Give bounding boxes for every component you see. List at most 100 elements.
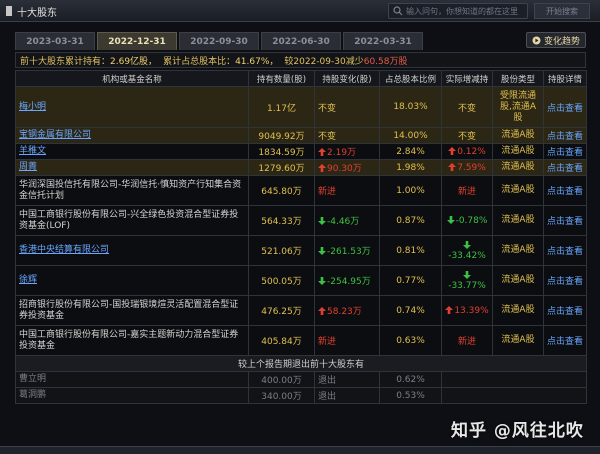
col-header-change: 持股变化(股) <box>314 70 380 87</box>
actual-change-cell: 13.39% <box>441 295 493 326</box>
search-box[interactable] <box>388 3 528 19</box>
start-search-button[interactable]: 开始搜索 <box>534 3 590 19</box>
view-detail-link[interactable]: 点击查看 <box>547 247 583 257</box>
share-type-value: 流通A股 <box>501 305 535 315</box>
share-type-cell: 流通A股 <box>492 175 544 206</box>
shareholder-link[interactable]: 梅小明 <box>19 102 46 112</box>
table-row: 华润深国投信托有限公司-华润信托·慎知资产行知集合资金信托计划 645.80万 新进… <box>15 175 587 206</box>
exit-row: 曹立明 400.00万 退出 0.62% <box>15 371 587 388</box>
shares-value: 476.25万 <box>261 307 302 317</box>
trend-button[interactable]: 变化趋势 <box>526 32 586 48</box>
tab-2022-06-30[interactable]: 2022-06-30 <box>261 32 341 50</box>
share-type-value: 流通A股 <box>501 130 535 140</box>
shares-value: 645.80万 <box>261 187 302 197</box>
table-row: 中国工商银行股份有限公司-兴全绿色投资混合型证券投资基金(LOF) 564.33万… <box>15 205 587 236</box>
change-cell: 新进 <box>314 325 380 356</box>
exit-ratio-cell: 0.53% <box>379 387 442 404</box>
view-detail-link[interactable]: 点击查看 <box>547 187 583 197</box>
arrow-up-icon <box>318 148 326 156</box>
tab-2022-03-31[interactable]: 2022-03-31 <box>343 32 423 50</box>
tab-2022-12-31[interactable]: 2022-12-31 <box>97 32 177 50</box>
ratio-value: 1.98% <box>396 162 425 173</box>
detail-cell: 点击查看 <box>543 86 587 128</box>
actual-change-value: 不变 <box>457 132 476 142</box>
shareholder-name-cell: 徐辉 <box>15 265 249 296</box>
shares-cell: 1.17亿 <box>248 86 315 128</box>
actual-change-value: 不变 <box>457 103 476 114</box>
exit-header-row: 较上个报告期退出前十大股东有 <box>15 355 587 372</box>
shareholder-link[interactable]: 香港中央结算有限公司 <box>19 245 109 255</box>
shareholder-name-cell: 羊稚文 <box>15 143 249 160</box>
summary-label-ratio: 累计占总股本比： <box>163 56 236 67</box>
tab-2022-09-30[interactable]: 2022-09-30 <box>179 32 259 50</box>
change-value: 2.19万 <box>327 148 357 158</box>
watermark: 知乎 @风往北吹 <box>451 421 584 441</box>
actual-change-value: -33.77% <box>448 280 486 291</box>
search-icon <box>393 6 403 16</box>
detail-cell: 点击查看 <box>543 295 587 326</box>
shares-value: 1834.59万 <box>258 148 305 158</box>
view-detail-link[interactable]: 点击查看 <box>547 164 583 174</box>
share-type-cell: 流通A股 <box>492 325 544 356</box>
shares-value: 405.84万 <box>261 337 302 347</box>
shareholder-name-cell: 梅小明 <box>15 86 249 128</box>
exit-shares-cell: 340.00万 <box>248 387 315 404</box>
shares-cell: 645.80万 <box>248 175 315 206</box>
ratio-value: 0.87% <box>396 215 425 226</box>
shareholder-name-cell: 香港中央结算有限公司 <box>15 235 249 266</box>
shareholder-link[interactable]: 宝钢金属有限公司 <box>19 130 91 140</box>
view-detail-link[interactable]: 点击查看 <box>547 307 583 317</box>
change-cell: -4.46万 <box>314 205 380 236</box>
share-type-cell: 流通A股 <box>492 143 544 160</box>
shareholder-name: 中国工商银行股份有限公司-兴全绿色投资混合型证券投资基金(LOF) <box>19 209 239 231</box>
ratio-cell: 0.77% <box>379 265 442 296</box>
change-value: 不变 <box>318 103 337 114</box>
shares-cell: 521.06万 <box>248 235 315 266</box>
ratio-value: 1.00% <box>396 185 425 196</box>
shareholders-table: 机构或基金名称 持有数量(股) 持股变化(股) 占总股本比例 实际增减持 股份类… <box>15 70 587 404</box>
share-type-cell: 流通A股 <box>492 265 544 296</box>
ratio-value: 2.84% <box>396 146 425 157</box>
trend-button-label: 变化趋势 <box>543 36 580 47</box>
detail-cell: 点击查看 <box>543 143 587 160</box>
view-detail-link[interactable]: 点击查看 <box>547 277 583 287</box>
change-value: 58.23万 <box>327 307 362 317</box>
view-detail-link[interactable]: 点击查看 <box>547 217 583 227</box>
top-bar: 十大股东 开始搜索 <box>0 0 600 22</box>
view-detail-link[interactable]: 点击查看 <box>547 132 583 142</box>
change-cell: 不变 <box>314 127 380 144</box>
summary-value-ratio: 41.67%， <box>235 56 279 67</box>
tab-2023-03-31[interactable]: 2023-03-31 <box>15 32 95 50</box>
actual-change-cell: -33.42% <box>441 235 493 266</box>
change-cell: -254.95万 <box>314 265 380 296</box>
ratio-value: 14.00% <box>393 130 428 141</box>
view-detail-link[interactable]: 点击查看 <box>547 148 583 158</box>
ratio-cell: 0.74% <box>379 295 442 326</box>
arrow-up-icon <box>318 307 326 315</box>
actual-change-cell: 0.12% <box>441 143 493 160</box>
view-detail-link[interactable]: 点击查看 <box>547 337 583 347</box>
arrow-down-icon <box>462 270 471 279</box>
detail-cell: 点击查看 <box>543 175 587 206</box>
bottom-bar <box>0 446 600 454</box>
shareholder-name: 招商银行股份有限公司-国投瑞银境煊灵活配置混合型证券投资基金 <box>19 299 239 321</box>
change-value: 不变 <box>318 132 337 142</box>
shareholder-link[interactable]: 周菁 <box>19 162 37 172</box>
table-row: 梅小明 1.17亿 不变 18.03% 不变 受限流通股,流通A股 点击查看 <box>15 86 587 128</box>
shareholder-link[interactable]: 徐辉 <box>19 275 37 285</box>
arrow-up-icon <box>318 164 326 172</box>
shareholder-name-cell: 宝钢金属有限公司 <box>15 127 249 144</box>
share-type-value: 流通A股 <box>501 245 535 255</box>
detail-cell: 点击查看 <box>543 127 587 144</box>
detail-cell: 点击查看 <box>543 325 587 356</box>
shareholder-link[interactable]: 羊稚文 <box>19 146 46 156</box>
search-input[interactable] <box>406 6 524 16</box>
shareholder-name-cell: 中国工商银行股份有限公司-兴全绿色投资混合型证券投资基金(LOF) <box>15 205 249 236</box>
shares-cell: 9049.92万 <box>248 127 315 144</box>
detail-cell: 点击查看 <box>543 205 587 236</box>
share-type-value: 受限流通股,流通A股 <box>499 90 537 123</box>
shares-value: 521.06万 <box>261 247 302 257</box>
actual-change-cell: 不变 <box>441 86 493 128</box>
view-detail-link[interactable]: 点击查看 <box>547 104 583 114</box>
ratio-cell: 0.81% <box>379 235 442 266</box>
